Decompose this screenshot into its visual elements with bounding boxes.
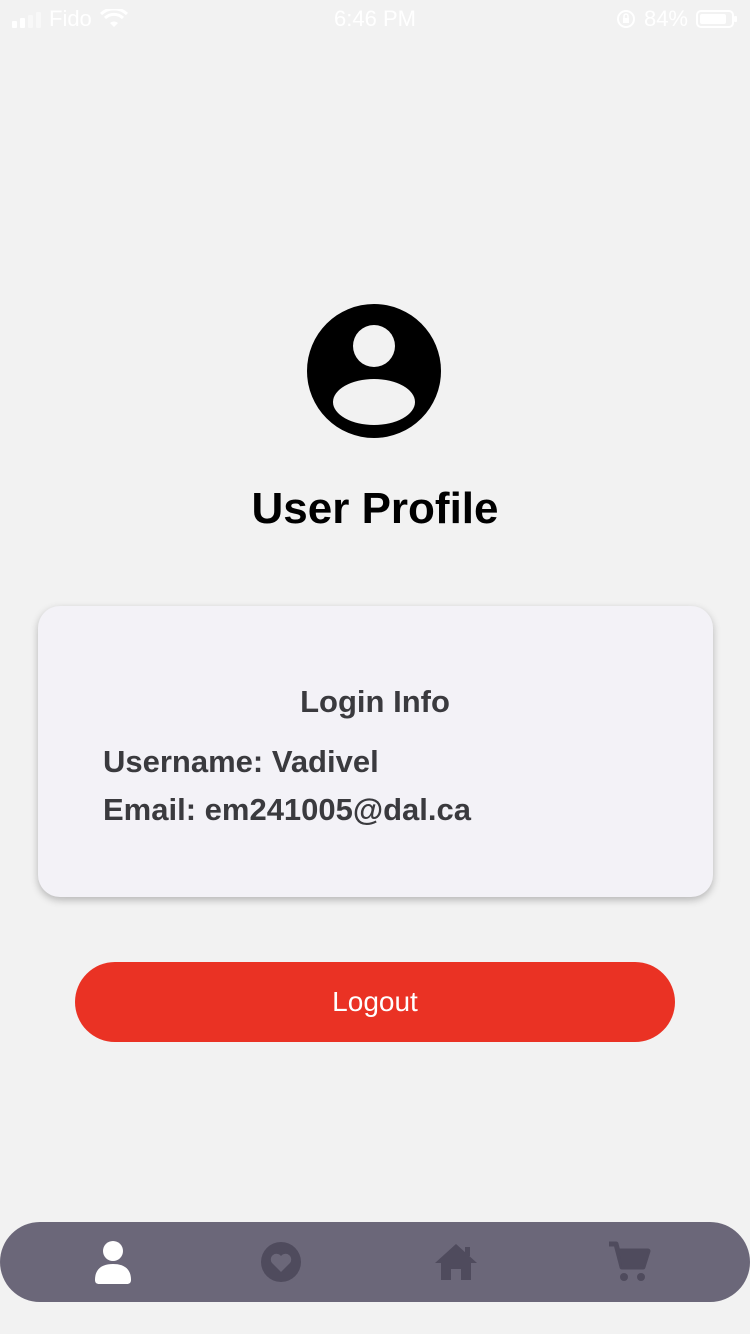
nav-item-favorites[interactable] bbox=[241, 1222, 321, 1302]
email-text: Email: em241005@dal.ca bbox=[103, 792, 472, 827]
person-icon bbox=[95, 1241, 131, 1284]
orientation-lock-icon bbox=[616, 10, 635, 28]
login-info-title: Login Info bbox=[300, 684, 450, 719]
status-bar: Fido 6:46 PM 84% bbox=[0, 0, 750, 40]
cart-icon bbox=[609, 1241, 651, 1281]
nav-item-profile[interactable] bbox=[73, 1222, 153, 1302]
home-icon bbox=[435, 1244, 477, 1280]
status-right: 84% bbox=[616, 6, 737, 32]
bottom-nav bbox=[0, 1222, 750, 1302]
username-text: Username: Vadivel bbox=[103, 744, 379, 779]
nav-item-cart[interactable] bbox=[589, 1222, 669, 1302]
page-title: User Profile bbox=[251, 484, 499, 533]
profile-screen: Fido 6:46 PM 84% User Profile Login Info… bbox=[0, 0, 750, 1334]
heart-icon bbox=[261, 1242, 301, 1282]
nav-item-home[interactable] bbox=[416, 1222, 496, 1302]
account-circle-icon bbox=[307, 304, 441, 438]
battery-icon bbox=[696, 10, 737, 28]
logout-button[interactable]: Logout bbox=[75, 962, 675, 1042]
battery-percent: 84% bbox=[643, 6, 688, 31]
